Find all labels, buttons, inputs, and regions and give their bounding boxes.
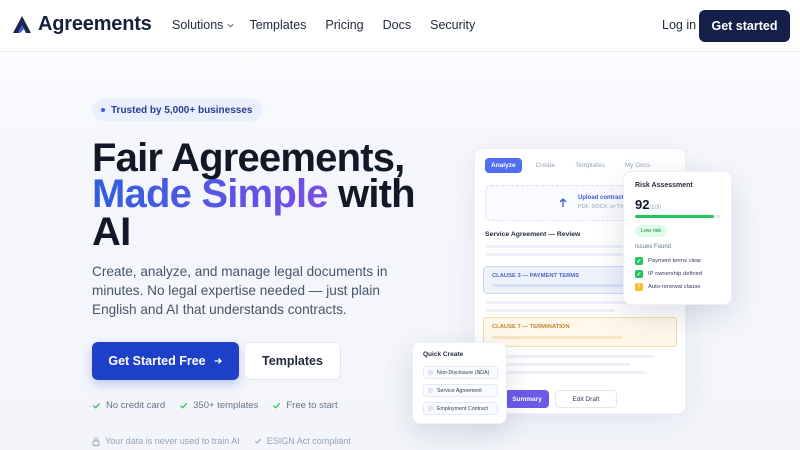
chevron-down-icon — [227, 23, 235, 28]
clause-label: CLAUSE 7 — TERMINATION — [492, 324, 570, 330]
issue-item: ✓ Payment terms clear — [635, 257, 701, 265]
document-title: Service Agreement — Review — [485, 231, 581, 238]
feature-checks: No credit card 350+ templates Free to st… — [92, 400, 338, 411]
issue-label: Payment terms clear — [648, 258, 702, 264]
nav-templates[interactable]: Templates — [249, 18, 306, 32]
badge-dot-icon — [101, 108, 105, 112]
upload-title: Upload contract — [578, 195, 624, 201]
warning-icon: ! — [635, 283, 643, 291]
check-icon — [254, 438, 261, 444]
issues-title: Issues Found — [635, 244, 672, 250]
trust-label: Your data is never used to train AI — [105, 436, 240, 446]
get-started-button[interactable]: Get started — [699, 10, 790, 42]
check-icon: ✓ — [635, 257, 643, 265]
check-item: Free to start — [272, 400, 338, 411]
check-icon — [273, 402, 281, 409]
risk-title: Risk Assessment — [635, 182, 693, 189]
quick-create-label: Service Agreement — [437, 387, 482, 394]
check-icon: ✓ — [635, 270, 643, 278]
document-icon — [428, 406, 433, 411]
check-icon — [180, 402, 188, 409]
edit-draft-button[interactable]: Edit Draft — [555, 390, 617, 408]
risk-progress-bar — [635, 215, 721, 218]
summary-button[interactable]: Summary — [505, 390, 549, 408]
mockup-tab-create[interactable]: Create — [530, 158, 562, 173]
templates-button[interactable]: Templates — [244, 342, 341, 380]
trust-item: ESIGN Act compliant — [254, 436, 351, 446]
trust-badge-label: Trusted by 5,000+ businesses — [111, 104, 253, 116]
brand-name: Agreements — [38, 12, 152, 35]
risk-score: 92/100 — [635, 197, 661, 212]
nav-security[interactable]: Security — [430, 18, 475, 32]
top-nav: Agreements Solutions Templates Pricing D… — [0, 0, 800, 52]
risk-progress-fill — [635, 215, 715, 218]
risk-score-value: 92 — [635, 197, 650, 212]
quick-create-label: Non-Disclosure (NDA) — [437, 369, 490, 376]
quick-create-item[interactable]: Employment Contract — [423, 402, 498, 415]
nav-solutions-label: Solutions — [172, 18, 224, 32]
hero-title-line-3: AI — [92, 210, 131, 254]
login-link[interactable]: Log in — [662, 18, 696, 32]
upload-subtitle: PDF, DOCX, or TXT — [578, 204, 628, 210]
mockup-tab-analyze[interactable]: Analyze — [485, 158, 522, 173]
text-line — [485, 371, 645, 374]
quick-create-card: Quick Create Non-Disclosure (NDA) Servic… — [412, 342, 507, 424]
lock-icon — [92, 437, 100, 446]
issue-item: ! Auto-renewal clause — [635, 283, 701, 291]
check-label: No credit card — [106, 400, 166, 411]
get-started-free-button[interactable]: Get Started Free — [92, 342, 239, 380]
text-line — [492, 336, 622, 339]
text-line — [485, 309, 615, 312]
trust-item: Your data is never used to train AI — [92, 436, 240, 446]
trust-label: ESIGN Act compliant — [266, 436, 351, 446]
nav-solutions[interactable]: Solutions — [172, 18, 235, 32]
text-line — [485, 253, 635, 256]
check-label: 350+ templates — [193, 400, 259, 411]
document-icon — [428, 370, 433, 375]
check-icon — [92, 402, 101, 409]
trust-notes: Your data is never used to train AI ESIG… — [92, 436, 351, 446]
mockup-tab-templates[interactable]: Templates — [569, 158, 611, 173]
risk-assessment-card: Risk Assessment 92/100 Low risk Issues F… — [623, 171, 732, 305]
hero-subtitle: Create, analyze, and manage legal docume… — [92, 264, 388, 317]
hero-title-line-2: Made Simple with — [92, 172, 416, 216]
logo-icon — [13, 16, 31, 33]
check-item: 350+ templates — [179, 400, 258, 411]
text-line — [492, 284, 632, 287]
text-line — [485, 355, 655, 358]
nav-pricing[interactable]: Pricing — [325, 18, 363, 32]
quick-create-label: Employment Contract — [437, 405, 488, 412]
check-label: Free to start — [286, 400, 338, 411]
nav-links: Solutions Templates Pricing Docs Securit… — [172, 18, 475, 32]
risk-level-badge: Low risk — [635, 225, 668, 237]
hero-title-with: with — [327, 172, 416, 216]
quick-create-item[interactable]: Non-Disclosure (NDA) — [423, 366, 498, 379]
issue-item: ✓ IP ownership defined — [635, 270, 702, 278]
brand-logo[interactable]: Agreements — [10, 12, 152, 36]
issue-label: IP ownership defined — [648, 271, 703, 277]
document-icon — [428, 388, 433, 393]
arrow-right-icon — [214, 358, 222, 364]
get-started-free-label: Get Started Free — [108, 354, 206, 368]
clause-label: CLAUSE 3 — PAYMENT TERMS — [492, 273, 579, 279]
nav-docs[interactable]: Docs — [383, 18, 411, 32]
check-item: No credit card — [92, 400, 165, 411]
clause-termination[interactable]: CLAUSE 7 — TERMINATION — [483, 317, 677, 347]
upload-arrow-icon — [559, 198, 567, 207]
quick-create-title: Quick Create — [423, 351, 464, 358]
risk-score-of: /100 — [649, 205, 662, 211]
issue-label: Auto-renewal clause — [648, 284, 701, 290]
quick-create-item[interactable]: Service Agreement — [423, 384, 498, 397]
trust-badge: Trusted by 5,000+ businesses — [92, 99, 263, 121]
